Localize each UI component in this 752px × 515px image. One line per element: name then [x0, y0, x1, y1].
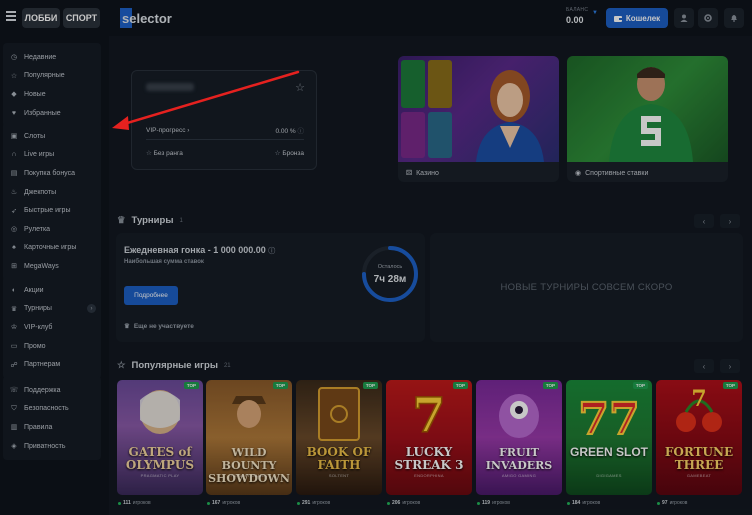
annotation-arrow — [112, 70, 300, 130]
